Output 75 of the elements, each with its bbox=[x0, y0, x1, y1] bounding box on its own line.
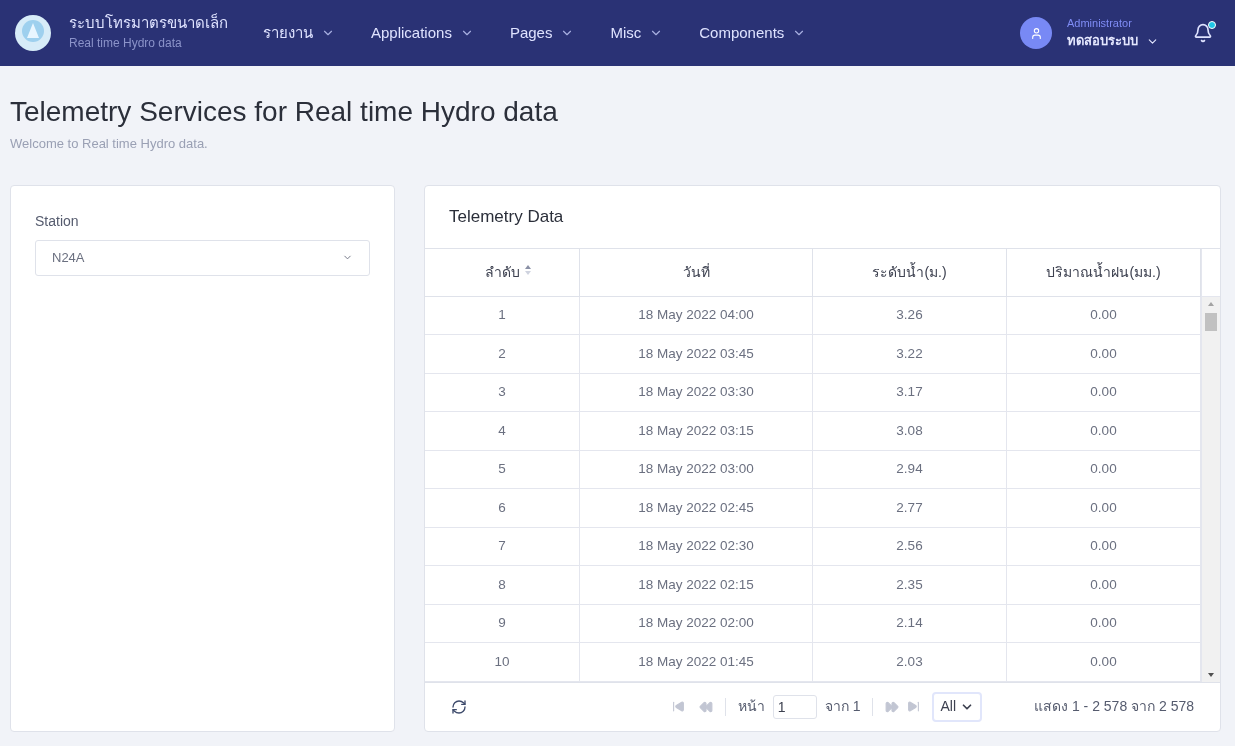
scroll-up-arrow-icon[interactable] bbox=[1207, 300, 1215, 307]
scrollbar[interactable] bbox=[1201, 248, 1220, 682]
table-cell: 18 May 2022 04:00 bbox=[580, 296, 813, 334]
refresh-icon[interactable] bbox=[451, 698, 467, 715]
page-count: จาก 1 bbox=[824, 697, 861, 716]
sort-arrows-icon bbox=[523, 263, 532, 276]
table-cell: 2.94 bbox=[813, 450, 1007, 488]
column-header[interactable]: ปริมาณน้ำฝน(มม.) bbox=[1007, 248, 1201, 296]
table-cell: 0.00 bbox=[1007, 527, 1201, 565]
column-header[interactable]: วันที่ bbox=[580, 248, 813, 296]
avatar-icon bbox=[1020, 17, 1052, 49]
next-page-icon[interactable] bbox=[885, 699, 900, 714]
table-cell: 1 bbox=[425, 296, 580, 334]
table-cell: 8 bbox=[425, 566, 580, 604]
table-cell: 0.00 bbox=[1007, 296, 1201, 334]
records-summary: แสดง 1 - 2 578 จาก 2 578 bbox=[1034, 697, 1194, 716]
table-cell: 0.00 bbox=[1007, 412, 1201, 450]
table-cell: 6 bbox=[425, 489, 580, 527]
nav-menu-item[interactable]: รายงาน bbox=[263, 21, 335, 45]
table-cell: 0.00 bbox=[1007, 643, 1201, 681]
table-cell: 18 May 2022 03:00 bbox=[580, 450, 813, 488]
card-title: Telemetry Data bbox=[449, 205, 564, 228]
table-cell: 18 May 2022 03:45 bbox=[580, 335, 813, 373]
last-page-icon[interactable] bbox=[907, 700, 921, 713]
table-cell: 18 May 2022 02:45 bbox=[580, 489, 813, 527]
table-cell: 9 bbox=[425, 604, 580, 642]
table-cell: 18 May 2022 01:45 bbox=[580, 643, 813, 681]
nav-menu-item[interactable]: Misc bbox=[610, 21, 664, 45]
table-cell: 0.00 bbox=[1007, 489, 1201, 527]
nav-menu-item[interactable]: Components bbox=[699, 21, 807, 45]
first-page-icon[interactable] bbox=[671, 700, 685, 713]
table-cell: 4 bbox=[425, 412, 580, 450]
table-cell: 3.26 bbox=[813, 296, 1007, 334]
table-cell: 0.00 bbox=[1007, 604, 1201, 642]
table-cell: 2.03 bbox=[813, 643, 1007, 681]
previous-page-icon[interactable] bbox=[698, 699, 713, 714]
notification-bell-icon[interactable] bbox=[1193, 23, 1213, 43]
table-cell: 18 May 2022 02:30 bbox=[580, 527, 813, 565]
table-cell: 0.00 bbox=[1007, 450, 1201, 488]
table-cell: 2.56 bbox=[813, 527, 1007, 565]
nav-menu-item[interactable]: Pages bbox=[509, 21, 575, 45]
table-cell: 3.08 bbox=[813, 412, 1007, 450]
scroll-down-arrow-icon[interactable] bbox=[1207, 671, 1215, 678]
page-label: หน้า bbox=[737, 697, 765, 716]
page-input[interactable]: 1 bbox=[772, 694, 817, 719]
emblem-logo-icon bbox=[14, 14, 52, 52]
table-cell: 3.22 bbox=[813, 335, 1007, 373]
station-select[interactable]: N24A bbox=[35, 239, 370, 276]
table-cell: 2.35 bbox=[813, 566, 1007, 604]
table-cell: 0.00 bbox=[1007, 373, 1201, 411]
table-cell: 18 May 2022 02:15 bbox=[580, 566, 813, 604]
table-cell: 2.14 bbox=[813, 604, 1007, 642]
nav-menu-item[interactable]: Applications bbox=[371, 21, 474, 45]
brand-title: ระบบโทรมาตรขนาดเล็ก bbox=[69, 13, 229, 33]
table-cell: 3.17 bbox=[813, 373, 1007, 411]
scrollbar-thumb[interactable] bbox=[1205, 312, 1217, 331]
table-cell: 2.77 bbox=[813, 489, 1007, 527]
user-menu[interactable]: Administrator ทดสอบระบบ bbox=[1067, 15, 1159, 51]
page-subtitle: Welcome to Real time Hydro data. bbox=[10, 135, 209, 153]
table-cell: 0.00 bbox=[1007, 335, 1201, 373]
table-cell: 7 bbox=[425, 527, 580, 565]
table-cell: 18 May 2022 03:30 bbox=[580, 373, 813, 411]
brand-subtitle: Real time Hydro data bbox=[69, 35, 183, 52]
page-size-select[interactable]: All bbox=[932, 691, 983, 722]
table-cell: 10 bbox=[425, 643, 580, 681]
table-cell: 5 bbox=[425, 450, 580, 488]
table-cell: 18 May 2022 03:15 bbox=[580, 412, 813, 450]
station-label: Station bbox=[35, 211, 80, 231]
column-header[interactable]: ลำดับ bbox=[425, 248, 580, 296]
table-cell: 0.00 bbox=[1007, 566, 1201, 604]
table-cell: 3 bbox=[425, 373, 580, 411]
column-header[interactable]: ระดับน้ำ(ม.) bbox=[813, 248, 1007, 296]
page-title: Telemetry Services for Real time Hydro data bbox=[10, 96, 559, 128]
table-cell: 2 bbox=[425, 335, 580, 373]
table-cell: 18 May 2022 02:00 bbox=[580, 604, 813, 642]
